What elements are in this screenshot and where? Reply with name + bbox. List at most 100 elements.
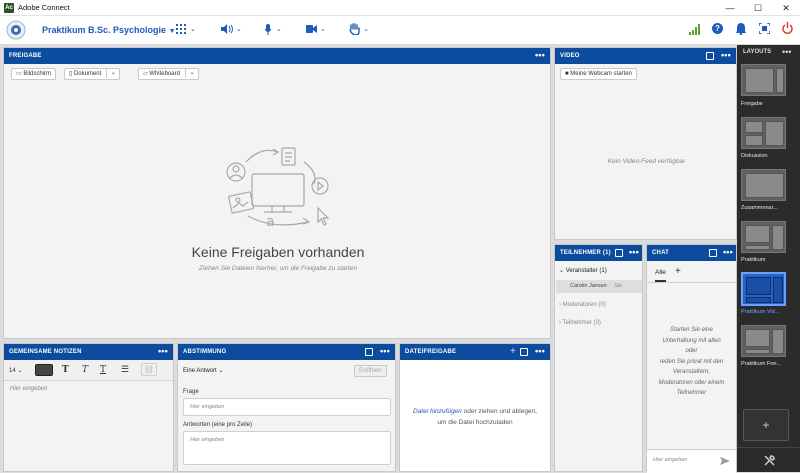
chevron-down-icon: ⌄ <box>320 26 326 33</box>
microphone-icon <box>264 24 272 35</box>
send-icon[interactable] <box>720 457 730 465</box>
hosts-group[interactable]: ⌄ Veranstalter (1) <box>559 267 607 274</box>
maximize-pod-icon[interactable] <box>520 348 528 356</box>
meeting-name: Praktikum B.Sc. Psychologie <box>42 25 167 35</box>
layouts-menu-button[interactable]: ••• <box>782 47 791 57</box>
bold-icon[interactable]: T <box>62 365 69 375</box>
start-webcam-button[interactable]: ■ Meine Webcam starten <box>560 68 637 80</box>
text-color-swatch[interactable] <box>35 364 53 376</box>
tab-all[interactable]: Alle <box>655 269 666 282</box>
add-chat-tab-button[interactable]: + <box>675 266 681 277</box>
add-file-icon[interactable]: + <box>510 344 516 360</box>
chat-input-placeholder: Hier eingeben <box>653 457 688 463</box>
participants-group[interactable]: › Teilnehmer (0) <box>559 320 601 326</box>
share-whiteboard-button[interactable]: ▱ Whiteboard ⌄ <box>138 68 199 80</box>
maximize-pod-icon[interactable] <box>706 52 714 60</box>
layout-thumb-praktikum-freigabe[interactable] <box>741 325 786 357</box>
tab-divider <box>647 282 736 283</box>
attendee-name: Carolin Jansen <box>570 283 607 289</box>
pod-menu-button[interactable]: ••• <box>380 344 390 358</box>
share-screen-button[interactable]: ▭ Bildschirm <box>11 68 57 80</box>
empty-share-title: Keine Freigaben vorhanden <box>191 244 365 260</box>
connection-strength-icon[interactable] <box>689 24 701 35</box>
chevron-down-icon[interactable]: ⌄ <box>106 68 119 78</box>
chevron-down-icon: ⌄ <box>363 26 369 33</box>
file-drop-hint-line2: um die Datei hochzuladen <box>437 419 513 426</box>
share-whiteboard-label: Whiteboard <box>149 71 180 77</box>
hosts-label: Veranstalter (1) <box>565 268 607 274</box>
help-icon[interactable]: ? <box>712 23 723 34</box>
svg-text:a: a <box>266 214 275 230</box>
font-size-value: 14 <box>9 368 16 374</box>
layout-label: Praktikum Frei... <box>741 361 782 367</box>
link-icon[interactable]: ⛓ <box>141 363 157 376</box>
pod-menu-button[interactable]: ••• <box>535 344 545 358</box>
pod-header: ABSTIMMUNG ••• <box>178 344 395 360</box>
chevron-down-icon[interactable]: ⌄ <box>184 68 198 78</box>
raise-hand-button[interactable]: ⌄ <box>349 23 369 37</box>
sidebar-divider <box>737 447 800 448</box>
maximize-pod-icon[interactable] <box>709 249 717 257</box>
participants-label: Teilnehmer (0) <box>562 320 601 326</box>
file-drop-hint-text: oder ziehen und ablegen, <box>461 408 537 415</box>
camera-icon <box>306 25 317 33</box>
file-drop-hint: Datei hinzufügen oder ziehen und ablegen… <box>400 406 550 428</box>
tools-wrench-icon[interactable] <box>764 455 775 466</box>
share-pod: FREIGABE ••• ▭ Bildschirm ▯ Dokument ⌄ ▱ W… <box>3 47 551 339</box>
layout-thumb-diskussion[interactable] <box>741 117 786 149</box>
maximize-pod-icon[interactable] <box>365 348 373 356</box>
close-window-button[interactable]: ✕ <box>772 0 800 16</box>
presenters-group[interactable]: › Moderatoren (0) <box>559 302 606 308</box>
pod-menu-button[interactable]: ••• <box>723 245 733 259</box>
speaker-button[interactable]: ⌄ <box>221 24 242 36</box>
pod-menu-button[interactable]: ••• <box>721 48 731 62</box>
underline-icon[interactable]: T <box>100 365 106 375</box>
fullscreen-icon[interactable] <box>759 23 770 34</box>
camera-button[interactable]: ⌄ <box>306 25 326 35</box>
microphone-button[interactable]: ⌄ <box>264 24 282 37</box>
shared-notes-pod: GEMEINSAME NOTIZEN ••• 14 ⌄ T T T ☰ ⛓ Hie… <box>3 343 174 472</box>
bullet-list-icon[interactable]: ☰ <box>121 364 129 375</box>
notes-format-toolbar: 14 ⌄ T T T ☰ ⛓ <box>4 360 173 381</box>
poll-pod: ABSTIMMUNG ••• Eine Antwort ⌄ Eröffnen Fr… <box>177 343 396 472</box>
chevron-down-icon: ▼ <box>168 28 176 35</box>
font-size-select[interactable]: 14 ⌄ <box>9 367 22 374</box>
chat-input[interactable]: Hier eingeben <box>647 449 736 473</box>
chat-empty-line: Unterhaltung mit allen <box>662 337 721 344</box>
layout-thumb-praktikum-video[interactable] <box>741 272 786 306</box>
answers-textarea[interactable]: Hier eingeben <box>183 431 391 465</box>
pod-menu-button[interactable]: ••• <box>535 48 545 62</box>
italic-icon[interactable]: T <box>82 365 88 375</box>
layouts-title: LAYOUTS <box>743 49 772 55</box>
open-poll-button[interactable]: Eröffnen <box>354 365 387 377</box>
power-exit-icon[interactable] <box>782 22 793 34</box>
answers-label: Antworten (eine pro Zeile) <box>183 422 253 428</box>
chat-empty-line: Veranstaltern, <box>672 369 711 375</box>
add-layout-button[interactable]: + <box>743 409 789 441</box>
chat-empty-line: oder <box>685 348 698 354</box>
meeting-name-menu[interactable]: Praktikum B.Sc. Psychologie ▼ <box>42 25 176 35</box>
notes-editor-placeholder[interactable]: Hier eingeben <box>10 386 47 392</box>
poll-type-value: Eine Antwort <box>183 368 217 374</box>
layout-thumb-zusammenarbeit[interactable] <box>741 169 786 201</box>
attendee-row[interactable]: Carolin Jansen Sie <box>556 280 642 293</box>
grid-icon <box>176 24 186 34</box>
window-title: Adobe Connect <box>18 3 70 12</box>
adobe-connect-app-icon: Ac <box>4 2 14 13</box>
layout-thumb-freigabe[interactable] <box>741 64 786 96</box>
layout-thumb-praktikum[interactable] <box>741 221 786 253</box>
pod-menu-button[interactable]: ••• <box>158 344 168 358</box>
maximize-button[interactable]: ☐ <box>744 0 772 16</box>
pod-header: CHAT ••• <box>647 245 736 261</box>
add-file-link[interactable]: Datei hinzufügen <box>413 408 462 415</box>
no-video-feed-text: Kein Video-Feed verfügbar <box>607 158 686 165</box>
minimize-button[interactable]: — <box>716 0 744 16</box>
question-input[interactable]: Hier eingeben <box>183 398 391 416</box>
raise-hand-icon <box>349 23 360 36</box>
poll-type-select[interactable]: Eine Antwort ⌄ <box>183 367 223 374</box>
apps-grid-button[interactable]: ⌄ <box>176 24 196 36</box>
share-document-button[interactable]: ▯ Dokument ⌄ <box>64 68 121 80</box>
pod-menu-button[interactable]: ••• <box>629 245 639 259</box>
notification-bell-icon[interactable] <box>736 23 746 35</box>
maximize-pod-icon[interactable] <box>615 249 623 257</box>
